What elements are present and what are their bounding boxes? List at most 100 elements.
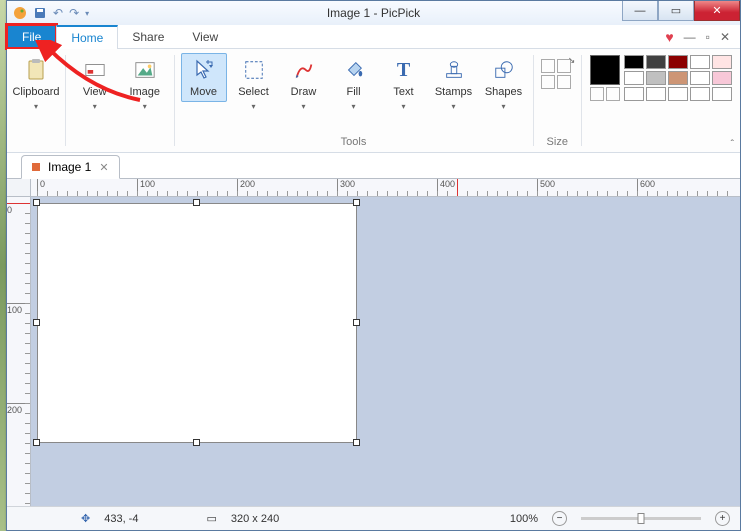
image-label: Image <box>129 87 160 98</box>
text-label: Text <box>393 87 413 98</box>
inner-minimize-icon[interactable]: — <box>684 30 696 44</box>
fill-icon <box>341 57 367 83</box>
color-swatch[interactable] <box>690 87 710 101</box>
color-grid[interactable] <box>624 55 732 101</box>
move-tool-button[interactable]: Move <box>181 53 227 102</box>
close-button[interactable]: ✕ <box>694 1 740 21</box>
color-swatch[interactable] <box>624 71 644 85</box>
inner-close-icon[interactable]: ✕ <box>720 30 730 44</box>
view-icon <box>82 57 108 83</box>
resize-handle[interactable] <box>353 319 360 326</box>
text-icon: T <box>391 57 417 83</box>
draw-icon <box>291 57 317 83</box>
document-tabs: Image 1 ✕ <box>7 153 740 179</box>
maximize-button[interactable]: ▭ <box>658 1 694 21</box>
ribbon: Clipboard View Image <box>7 49 740 153</box>
color-swatch[interactable] <box>646 55 666 69</box>
resize-handle[interactable] <box>193 199 200 206</box>
resize-handle[interactable] <box>33 319 40 326</box>
image-icon <box>132 57 158 83</box>
work-area: 0100200300400500600 0100200 <box>7 179 740 506</box>
resize-handle[interactable] <box>33 199 40 206</box>
canvas[interactable] <box>37 203 357 443</box>
undo-icon[interactable]: ↶ <box>53 6 63 20</box>
secondary-color-swatch[interactable] <box>606 87 620 101</box>
document-tab[interactable]: Image 1 ✕ <box>21 155 120 179</box>
resize-handle[interactable] <box>33 439 40 446</box>
color-swatch[interactable] <box>646 87 666 101</box>
minimize-button[interactable]: — <box>622 1 658 21</box>
select-tool-button[interactable]: Select <box>231 53 277 115</box>
qat-dropdown-icon[interactable]: ▾ <box>85 9 89 18</box>
app-icon <box>13 6 27 20</box>
tab-view[interactable]: View <box>178 25 232 48</box>
resize-handle[interactable] <box>193 439 200 446</box>
fill-tool-button[interactable]: Fill <box>331 53 377 115</box>
color-swatch[interactable] <box>690 71 710 85</box>
ruler-corner <box>7 179 31 197</box>
draw-label: Draw <box>291 87 317 98</box>
color-swatch[interactable] <box>712 55 732 69</box>
draw-tool-button[interactable]: Draw <box>281 53 327 115</box>
move-label: Move <box>190 87 217 98</box>
swap-colors-icon[interactable] <box>590 87 604 101</box>
inner-restore-icon[interactable]: ▫ <box>706 30 710 44</box>
clipboard-icon <box>23 57 49 83</box>
color-swatch[interactable] <box>668 87 688 101</box>
zoom-in-button[interactable]: + <box>715 511 730 526</box>
view-label: View <box>83 87 107 98</box>
zoom-out-button[interactable]: − <box>552 511 567 526</box>
window-title: Image 1 - PicPick <box>327 6 420 20</box>
shapes-label: Shapes <box>485 87 522 98</box>
group-size-label: Size <box>547 136 568 150</box>
color-swatch[interactable] <box>712 87 732 101</box>
color-swatch[interactable] <box>668 55 688 69</box>
shapes-tool-button[interactable]: Shapes <box>481 53 527 115</box>
save-icon[interactable] <box>33 6 47 20</box>
color-swatch[interactable] <box>624 87 644 101</box>
cursor-move-icon: ✥ <box>81 512 90 525</box>
color-swatch[interactable] <box>646 71 666 85</box>
text-tool-button[interactable]: T Text <box>381 53 427 115</box>
redo-icon[interactable]: ↷ <box>69 6 79 20</box>
group-tools-label: Tools <box>341 136 367 150</box>
vertical-ruler: 0100200 <box>7 197 31 506</box>
resize-handle[interactable] <box>353 199 360 206</box>
color-palette <box>582 49 740 152</box>
canvas-viewport[interactable] <box>31 197 740 506</box>
fill-label: Fill <box>346 87 360 98</box>
clipboard-label: Clipboard <box>12 87 59 98</box>
primary-color-swatch[interactable] <box>590 55 620 85</box>
status-bar: ✥ 433, -4 ▭ 320 x 240 100% − + <box>7 506 740 530</box>
image-button[interactable]: Image <box>122 53 168 115</box>
resize-handle[interactable] <box>353 439 360 446</box>
shapes-icon <box>491 57 517 83</box>
close-tab-icon[interactable]: ✕ <box>99 161 108 174</box>
stamps-icon <box>441 57 467 83</box>
cursor-position: 433, -4 <box>104 513 138 525</box>
color-swatch[interactable] <box>712 71 732 85</box>
select-label: Select <box>238 87 269 98</box>
color-swatch[interactable] <box>624 55 644 69</box>
stamps-tool-button[interactable]: Stamps <box>431 53 477 115</box>
tab-file[interactable]: File <box>8 26 55 47</box>
color-swatch[interactable] <box>690 55 710 69</box>
horizontal-ruler: 0100200300400500600 <box>31 179 740 197</box>
doc-modified-icon <box>32 163 40 171</box>
dimensions-icon: ▭ <box>206 512 216 525</box>
size-expand-icon[interactable]: ↘ <box>568 55 576 66</box>
color-swatch[interactable] <box>668 71 688 85</box>
tab-share[interactable]: Share <box>118 25 178 48</box>
move-icon <box>191 57 217 83</box>
zoom-slider[interactable] <box>581 517 701 520</box>
stamps-label: Stamps <box>435 87 472 98</box>
favorite-icon[interactable]: ♥ <box>665 29 673 45</box>
app-window: ↶ ↷ ▾ Image 1 - PicPick — ▭ ✕ File Home … <box>6 0 741 531</box>
zoom-level: 100% <box>510 513 538 525</box>
clipboard-button[interactable]: Clipboard <box>13 53 59 115</box>
title-bar: ↶ ↷ ▾ Image 1 - PicPick — ▭ ✕ <box>7 1 740 25</box>
view-button[interactable]: View <box>72 53 118 115</box>
canvas-dimensions: 320 x 240 <box>231 513 279 525</box>
collapse-ribbon-icon[interactable]: ˆ <box>731 139 734 150</box>
tab-home[interactable]: Home <box>56 25 118 49</box>
